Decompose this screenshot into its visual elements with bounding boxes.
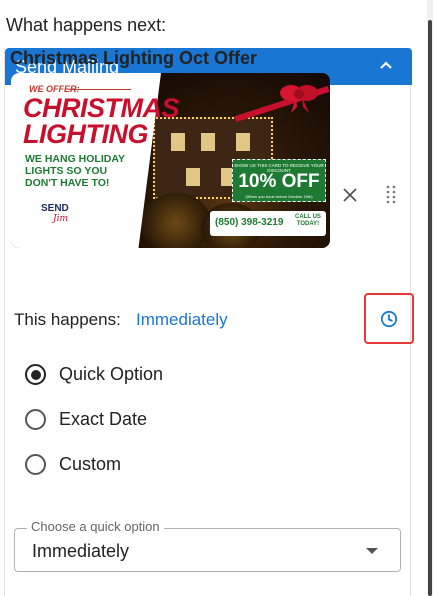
close-icon[interactable] [340,185,360,205]
headline-christmas: CHRISTMAS [23,93,180,123]
clock-icon[interactable] [380,310,398,328]
radio-quick-option[interactable]: Quick Option [25,362,185,386]
call-us-text: CALL US TODAY! [295,214,321,227]
phone-box: (850) 398-3219 CALL US TODAY! [210,211,326,236]
logo-jim: Jim [53,214,69,224]
chevron-down-icon[interactable] [366,548,378,554]
sendjim-logo: SEND Jim [39,201,79,227]
quick-option-select[interactable]: Immediately [14,528,401,572]
select-legend: Choose a quick option [27,519,164,534]
radio-custom[interactable]: Custom [25,452,185,476]
radio-exact-date[interactable]: Exact Date [25,407,185,431]
heading: What happens next: [6,15,167,35]
offer-fine-print: (When you book before October 15th) [245,194,313,199]
timing-value[interactable]: Immediately [136,310,228,330]
radio-button[interactable] [25,409,46,430]
phone-number: (850) 398-3219 [215,217,284,228]
drag-handle-icon[interactable] [384,184,398,206]
window [236,133,250,151]
select-value: Immediately [32,541,130,561]
offer-box: SHOW US THIS CARD TO RECEIVE YOUR DISCOU… [232,159,326,202]
chevron-up-icon[interactable] [376,56,396,76]
window [171,133,185,151]
logo-send: SEND [41,203,69,214]
mailing-image: WE OFFER: CHRISTMAS LIGHTING WE HANG HOL… [11,73,330,248]
radio-label: Exact Date [59,409,148,429]
radio-label: Quick Option [59,364,164,384]
we-offer-underline [69,89,131,90]
headline-lighting: LIGHTING [23,119,149,149]
tagline: WE HANG HOLIDAY LIGHTS SO YOU DON'T HAVE… [25,153,125,189]
card-title: Christmas Lighting Oct Offer [10,48,258,68]
bow-icon [280,85,318,113]
window [186,168,200,186]
scrollbar-thumb[interactable] [428,20,432,596]
offer-discount: 10% OFF [238,171,320,192]
radio-button[interactable] [25,364,46,385]
timing-label: This happens: [14,310,121,329]
shrub [141,193,211,248]
radio-label: Custom [59,454,122,474]
window [201,133,215,151]
radio-button[interactable] [25,454,46,475]
